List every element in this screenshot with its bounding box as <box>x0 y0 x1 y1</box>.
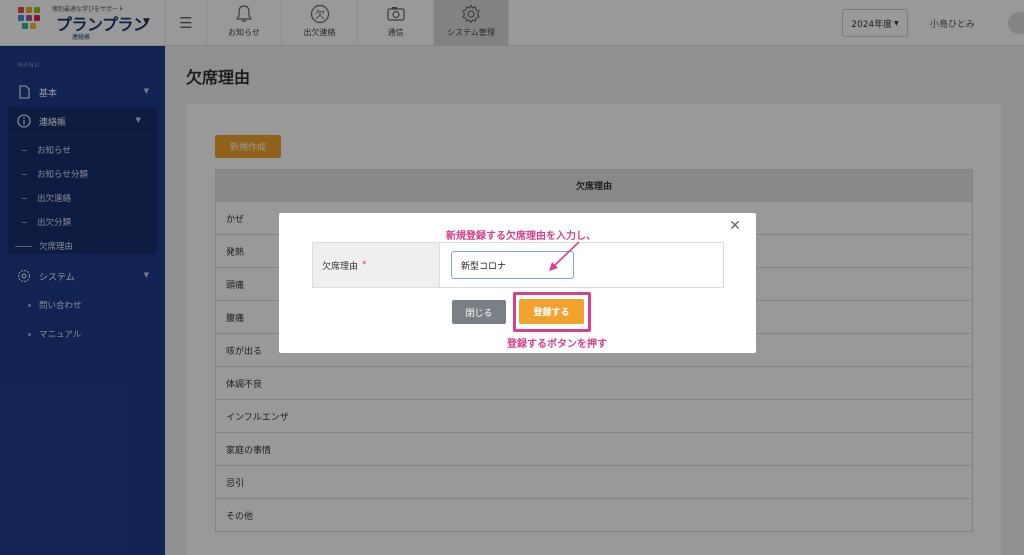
close-button[interactable]: 閉じる <box>452 300 506 324</box>
required-mark: * <box>362 260 367 270</box>
close-icon[interactable]: ✕ <box>728 219 742 233</box>
annotation-instruction-bottom: 登録するボタンを押す <box>507 339 607 350</box>
field-label-text: 欠席理由 <box>322 261 359 272</box>
field-label: 欠席理由 * <box>313 243 440 287</box>
arrow-icon <box>549 241 580 271</box>
highlight-box <box>513 292 591 332</box>
